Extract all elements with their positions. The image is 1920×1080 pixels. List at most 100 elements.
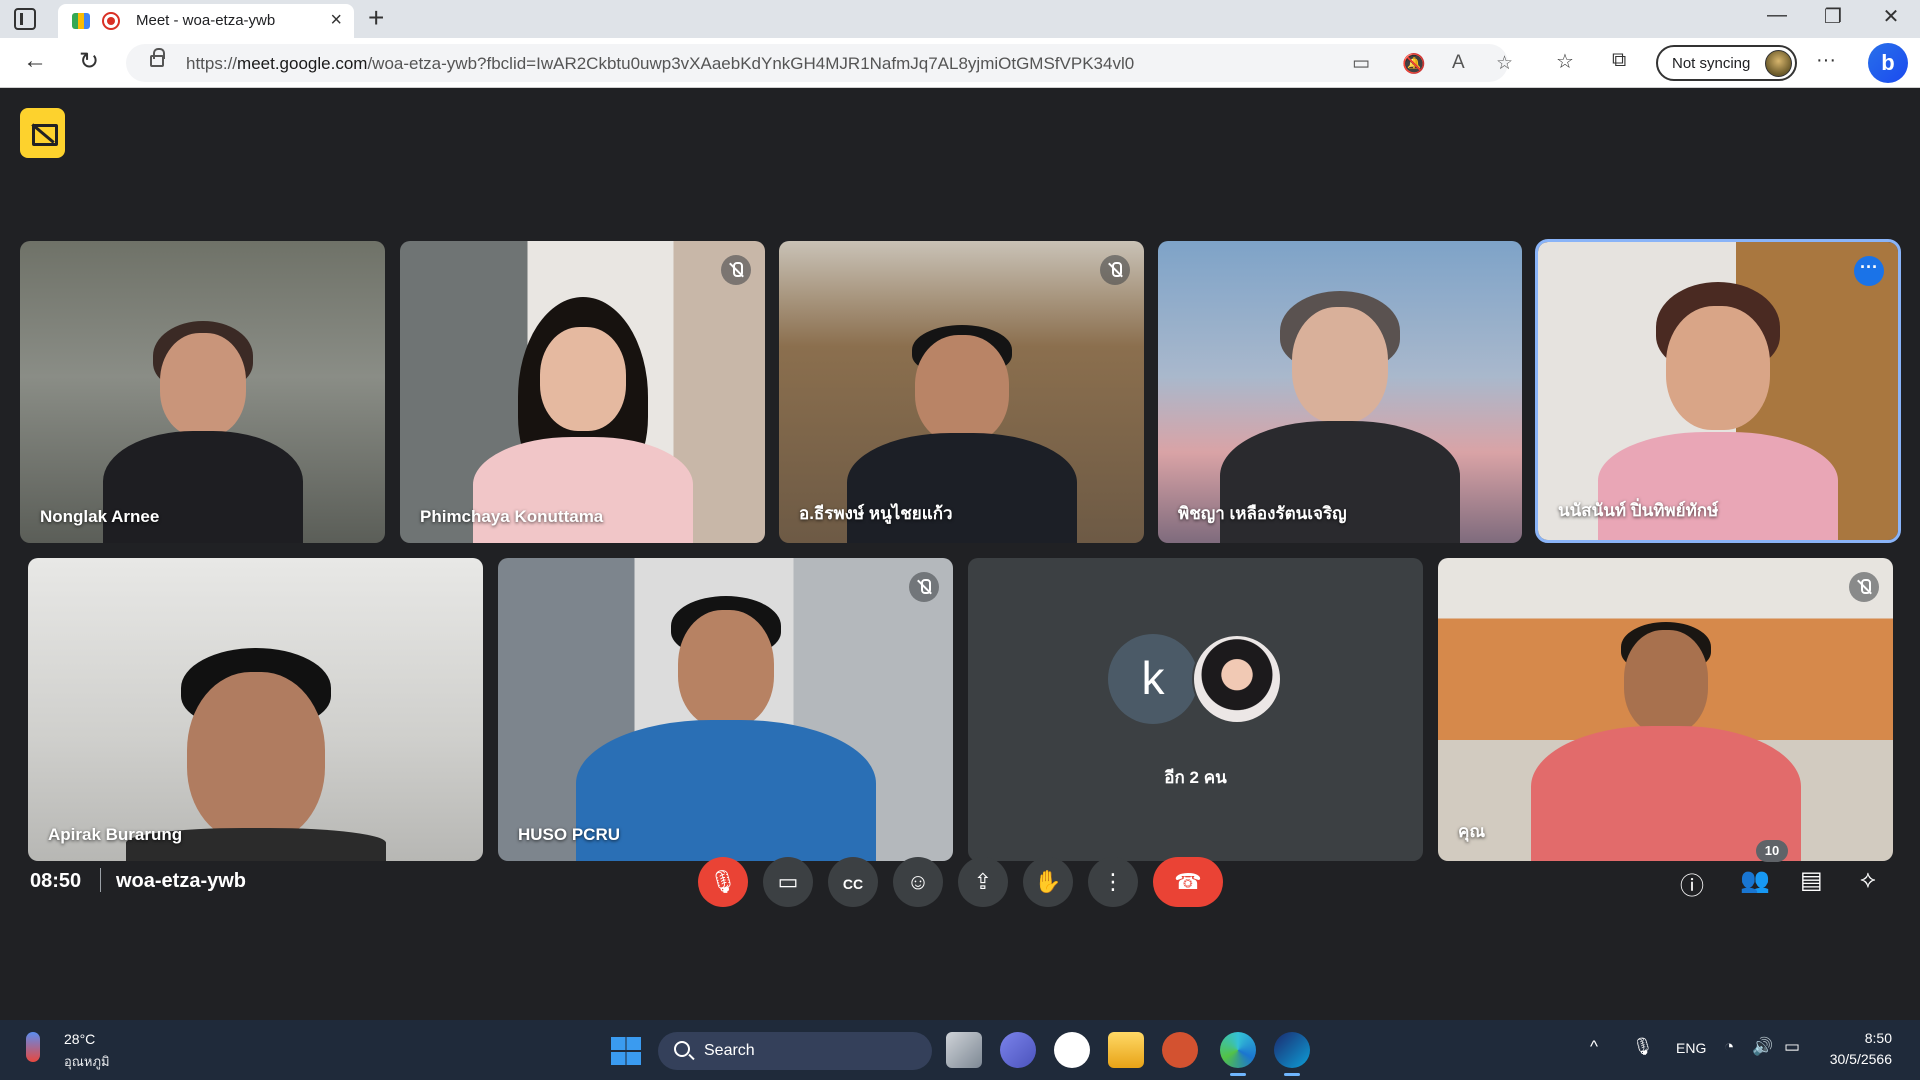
weather-temperature[interactable]: 28°C: [64, 1031, 95, 1047]
taskbar-time[interactable]: 8:50: [1848, 1030, 1892, 1046]
battery-icon[interactable]: ▭: [1784, 1037, 1800, 1057]
teams-chat-icon[interactable]: [1000, 1032, 1036, 1068]
microphone-tray-icon[interactable]: 🎙: [1632, 1037, 1654, 1057]
others-tile[interactable]: k อีก 2 คน: [968, 558, 1423, 861]
powerpoint-icon[interactable]: [1162, 1032, 1198, 1068]
participant-count-badge: 10: [1756, 840, 1788, 862]
info-divider: [100, 868, 101, 892]
new-tab-icon[interactable]: +: [368, 2, 384, 34]
presenting-icon[interactable]: [20, 108, 65, 158]
meeting-code: woa-etza-ywb: [116, 870, 247, 892]
participant-tile[interactable]: Nonglak Arnee: [20, 241, 385, 543]
participant-tile[interactable]: HUSO PCRU: [498, 558, 953, 861]
tab-title: Meet - woa-etza-ywb: [136, 12, 276, 29]
participant-name: นนัสนันท์ ปิ่นทิพย์ทักษ์: [1558, 501, 1719, 520]
raise-hand-button[interactable]: ✋: [1023, 857, 1073, 907]
app-icon[interactable]: [1054, 1032, 1090, 1068]
collections-icon[interactable]: ⧉: [1612, 49, 1626, 72]
hangup-icon: ☎: [1174, 869, 1202, 894]
meeting-info-icon[interactable]: ⓘ: [1680, 866, 1704, 901]
wifi-icon[interactable]: ◔: [1724, 1037, 1734, 1057]
address-toolbar: ← ↻ https://meet.google.com/woa-etza-ywb…: [0, 38, 1920, 88]
more-options-icon[interactable]: ···: [1854, 256, 1884, 286]
task-view-icon[interactable]: [946, 1032, 982, 1068]
avatar-initial: k: [1108, 634, 1198, 724]
webex-icon[interactable]: [1274, 1032, 1310, 1076]
participant-video: [1530, 622, 1801, 861]
meeting-clock: 08:50: [30, 870, 82, 892]
activities-icon[interactable]: ⟡: [1860, 866, 1876, 894]
participant-tile[interactable]: พิชญา เหลืองรัตนเจริญ: [1158, 241, 1522, 543]
reload-icon[interactable]: ↻: [72, 47, 106, 76]
more-options-button[interactable]: ⋮: [1088, 857, 1138, 907]
meet-favicon-icon: [72, 13, 90, 29]
add-favorite-icon[interactable]: ☆: [1496, 52, 1513, 75]
leave-call-button[interactable]: ☎: [1153, 857, 1223, 907]
profile-sync-button[interactable]: Not syncing: [1656, 45, 1797, 81]
tray-overflow-icon[interactable]: ^: [1590, 1037, 1598, 1057]
participant-name: คุณ: [1458, 822, 1486, 841]
weather-description[interactable]: อุณหภูมิ: [64, 1051, 110, 1072]
address-bar[interactable]: https://meet.google.com/woa-etza-ywb?fbc…: [126, 44, 1513, 82]
window-close-icon[interactable]: ✕: [1866, 4, 1916, 29]
participant-tile[interactable]: Apirak Burarung: [28, 558, 483, 861]
participant-name: HUSO PCRU: [518, 825, 621, 844]
url-text[interactable]: https://meet.google.com/woa-etza-ywb?fbc…: [186, 54, 1256, 74]
tab-actions-icon[interactable]: [14, 8, 36, 30]
thermometer-icon[interactable]: [26, 1032, 40, 1062]
chat-icon[interactable]: ▤: [1800, 866, 1823, 895]
favorites-icon[interactable]: ☆: [1556, 49, 1574, 74]
volume-icon[interactable]: 🔊: [1752, 1037, 1773, 1057]
sync-label: Not syncing: [1672, 55, 1751, 72]
input-language[interactable]: ENG: [1676, 1040, 1706, 1056]
mic-off-icon: [1849, 572, 1879, 602]
camera-blocked-icon[interactable]: ▭: [1352, 52, 1370, 75]
mic-off-icon: [909, 572, 939, 602]
read-aloud-icon[interactable]: A: [1452, 52, 1465, 74]
reactions-button[interactable]: ☺: [893, 857, 943, 907]
participant-video: [575, 596, 876, 861]
lock-icon[interactable]: [150, 48, 165, 67]
search-label: Search: [704, 1042, 755, 1059]
profile-avatar: [1765, 50, 1792, 77]
present-icon: ⇪: [973, 869, 993, 894]
search-icon: [674, 1041, 690, 1057]
others-count-label: อีก 2 คน: [1164, 768, 1227, 787]
mic-off-icon: [721, 255, 751, 285]
participant-tile-active[interactable]: ··· นนัสนันท์ ปิ่นทิพย์ทักษ์: [1535, 239, 1901, 543]
participant-name: พิชญา เหลืองรัตนเจริญ: [1178, 504, 1347, 523]
recording-icon: [102, 12, 120, 30]
more-menu-icon[interactable]: ···: [1816, 49, 1836, 72]
notifications-blocked-icon[interactable]: 🔕: [1402, 52, 1426, 76]
participant-tile[interactable]: อ.ธีรพงษ์ หนูไชยแก้ว: [779, 241, 1144, 543]
mic-toggle-button[interactable]: 🎙: [698, 857, 748, 907]
camera-icon: ▭: [777, 869, 799, 894]
camera-toggle-button[interactable]: ▭: [763, 857, 813, 907]
minimize-icon[interactable]: —: [1752, 4, 1802, 27]
captions-icon: CC: [842, 876, 864, 892]
people-icon[interactable]: 👥: [1740, 866, 1770, 895]
participant-name: Nonglak Arnee: [40, 507, 160, 526]
participant-name: Phimchaya Konuttama: [420, 507, 604, 526]
participant-tile[interactable]: Phimchaya Konuttama: [400, 241, 765, 543]
windows-start-icon[interactable]: [611, 1037, 641, 1065]
file-explorer-icon[interactable]: [1108, 1032, 1144, 1068]
restore-icon[interactable]: ❐: [1808, 4, 1858, 29]
edge-browser-icon[interactable]: [1220, 1032, 1256, 1076]
avatar-photo: [1192, 634, 1282, 724]
participant-name: Apirak Burarung: [48, 825, 183, 844]
mic-off-icon: 🎙: [709, 869, 737, 894]
participant-name: อ.ธีรพงษ์ หนูไชยแก้ว: [799, 504, 953, 523]
captions-button[interactable]: CC: [828, 857, 878, 907]
browser-tab-bar: Meet - woa-etza-ywb × + — ❐ ✕: [0, 0, 1920, 38]
tab-close-icon[interactable]: ×: [330, 9, 342, 32]
bing-chat-icon[interactable]: b: [1868, 43, 1908, 83]
browser-tab-meet[interactable]: Meet - woa-etza-ywb ×: [58, 4, 354, 38]
taskbar-date[interactable]: 30/5/2566: [1820, 1051, 1892, 1067]
back-icon[interactable]: ←: [18, 47, 52, 75]
present-screen-button[interactable]: ⇪: [958, 857, 1008, 907]
taskbar-search[interactable]: Search: [658, 1032, 932, 1070]
participant-tile-self[interactable]: คุณ: [1438, 558, 1893, 861]
more-vert-icon: ⋮: [1102, 869, 1124, 894]
windows-taskbar: 28°C อุณหภูมิ Search ^ 🎙 ENG ◔ 🔊 ▭ 8:50 …: [0, 1020, 1920, 1080]
